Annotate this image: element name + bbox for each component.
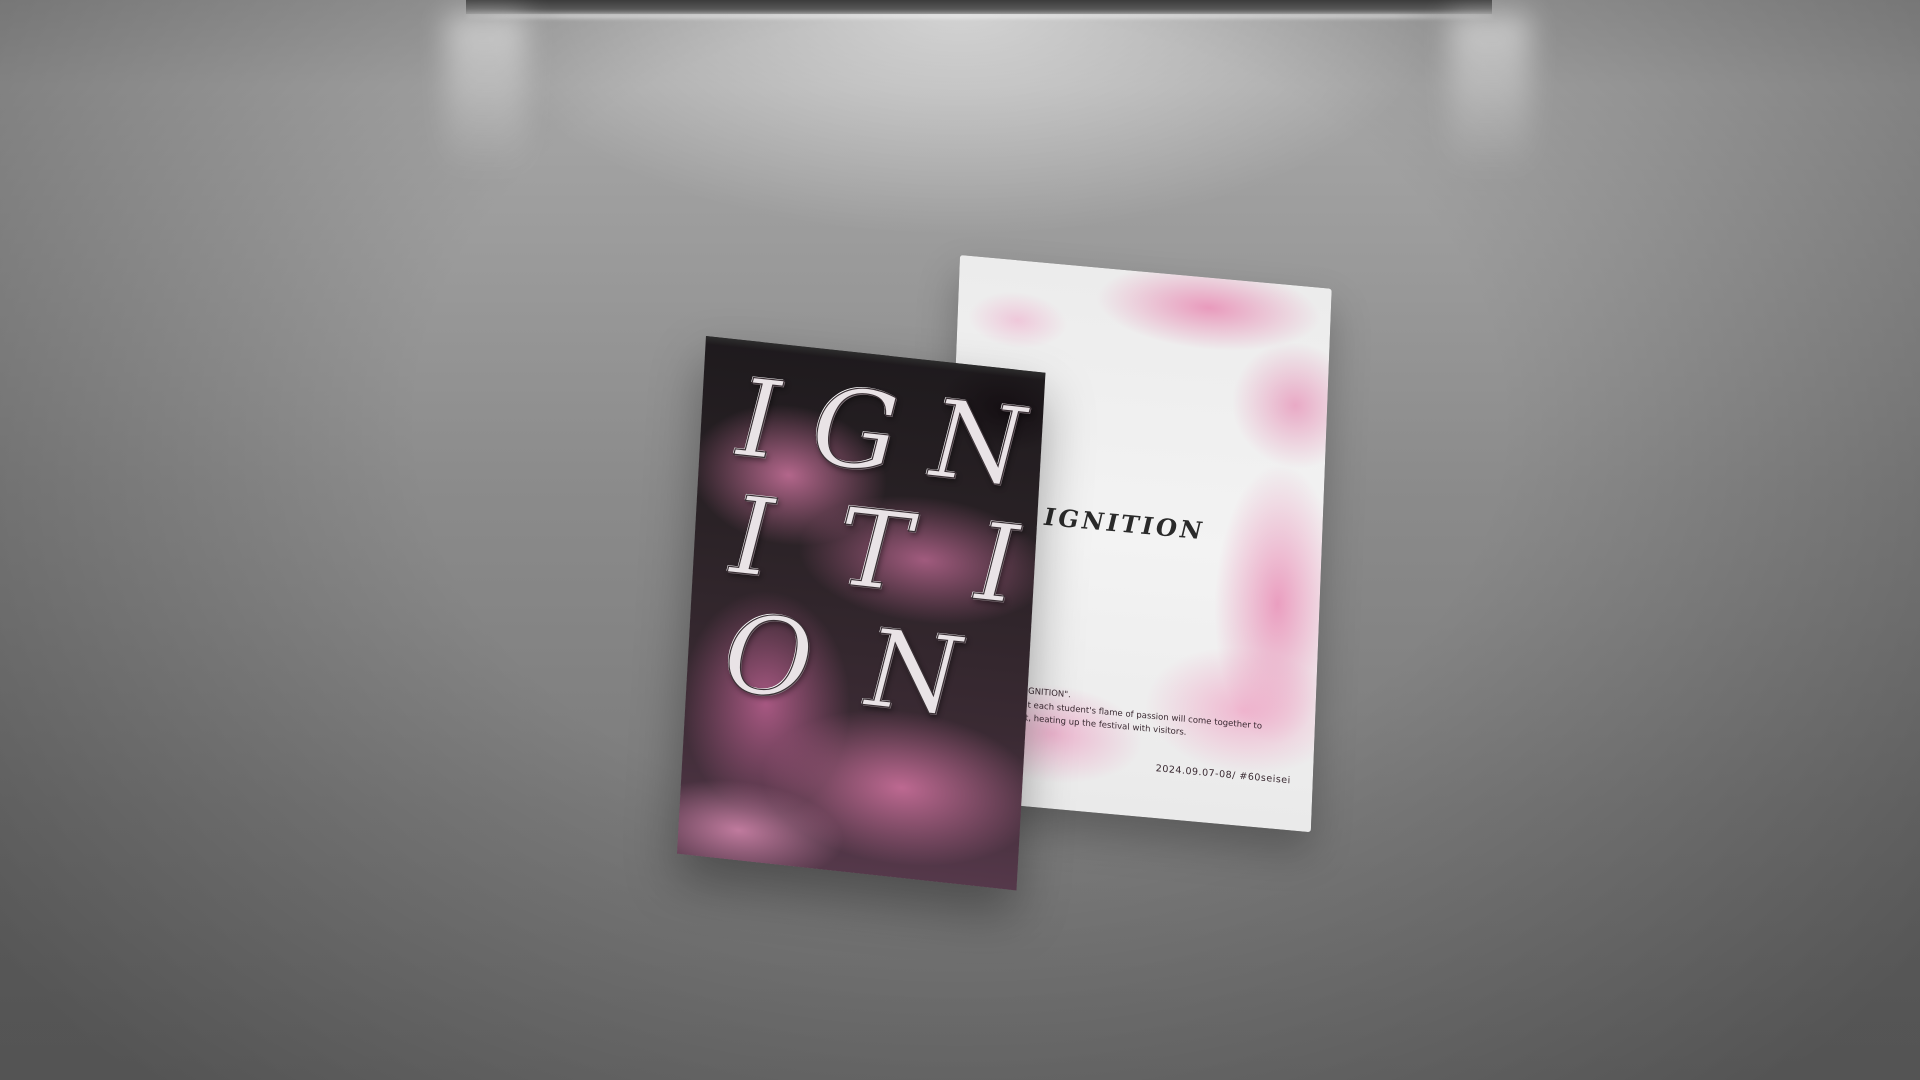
title-letter: I <box>727 473 780 603</box>
light-beam-right <box>1450 14 1530 174</box>
title-letter: I <box>972 499 1025 630</box>
scene-background: IGNITION seisaisai is "IGNITION". our ho… <box>0 0 1920 1080</box>
title-letter <box>1011 626 1018 743</box>
ceiling-light-glow <box>466 14 1492 18</box>
brand-wordmark: IGNITION <box>1043 501 1206 545</box>
title-letter: I <box>733 355 786 486</box>
light-beam-left <box>446 14 526 174</box>
event-date: 2024.09.07-08/ #60seisei <box>1155 763 1291 787</box>
front-folder: I G N I T I O N <box>676 336 1046 891</box>
ignition-title: I G N I T I O N <box>715 355 1032 859</box>
title-letter: T <box>835 484 917 618</box>
title-letter: N <box>862 606 967 742</box>
title-letter: N <box>927 376 1032 512</box>
ceiling-light-slot <box>466 0 1492 14</box>
title-letter: G <box>808 363 905 498</box>
title-letter: O <box>720 590 819 725</box>
